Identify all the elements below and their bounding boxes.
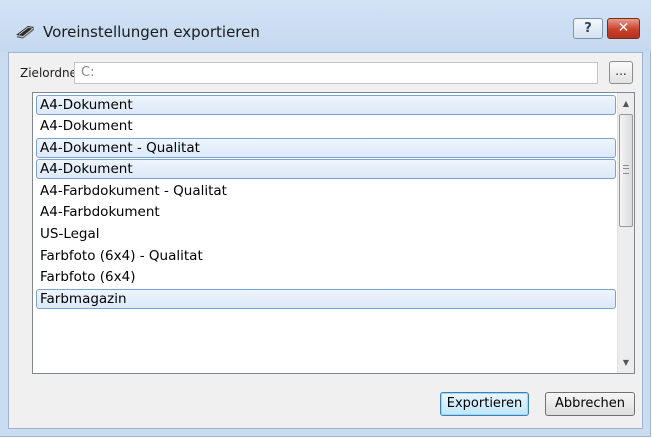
target-folder-field[interactable]: C: <box>74 62 598 84</box>
list-item-label: Farbmagazin <box>40 291 127 307</box>
scanner-app-icon <box>16 26 34 39</box>
list-item[interactable]: Farbfoto (6x4) - Qualitat <box>36 246 616 266</box>
list-item[interactable]: Farbmagazin <box>36 289 616 309</box>
list-item[interactable]: A4-Farbdokument - Qualitat <box>36 181 616 201</box>
vertical-scrollbar[interactable]: ▲ ▼ <box>617 93 634 373</box>
scroll-up-arrow-icon[interactable]: ▲ <box>618 95 634 112</box>
list-item[interactable]: A4-Dokument <box>36 159 616 179</box>
preset-list[interactable]: A4-Dokument A4-Dokument A4-Dokument - Qu… <box>32 92 635 374</box>
list-item-label: A4-Farbdokument <box>40 204 160 220</box>
list-item-label: Farbfoto (6x4) <box>40 269 136 285</box>
title-bar[interactable]: Voreinstellungen exportieren ? ✕ <box>0 0 651 52</box>
export-presets-dialog: Voreinstellungen exportieren ? ✕ Zielord… <box>0 0 651 437</box>
list-item-label: A4-Dokument <box>40 161 133 177</box>
browse-button[interactable]: ... <box>609 61 633 84</box>
export-button[interactable]: Exportieren <box>440 392 529 416</box>
help-button[interactable]: ? <box>573 18 603 39</box>
list-item-label: A4-Farbdokument - Qualitat <box>40 183 227 199</box>
scroll-down-arrow-icon[interactable]: ▼ <box>618 354 634 371</box>
close-button[interactable]: ✕ <box>607 18 640 39</box>
list-item[interactable]: Farbfoto (6x4) <box>36 267 616 287</box>
list-item[interactable]: A4-Dokument <box>36 95 616 115</box>
list-item-label: Farbfoto (6x4) - Qualitat <box>40 248 203 264</box>
list-item-label: US-Legal <box>40 226 100 242</box>
grip-icon <box>623 165 629 174</box>
dialog-title: Voreinstellungen exportieren <box>43 23 260 41</box>
list-item[interactable]: A4-Dokument - Qualitat <box>36 138 616 158</box>
list-item-label: A4-Dokument <box>40 97 133 113</box>
cancel-button[interactable]: Abbrechen <box>545 392 635 416</box>
list-item[interactable]: A4-Farbdokument <box>36 202 616 222</box>
dialog-body: Zielordner C: ... A4-Dokument A4-Dokumen… <box>8 52 643 429</box>
list-item-label: A4-Dokument - Qualitat <box>40 140 200 156</box>
list-item[interactable]: A4-Dokument <box>36 116 616 136</box>
list-item-label: A4-Dokument <box>40 118 133 134</box>
target-folder-label: Zielordner <box>20 66 82 80</box>
scroll-thumb[interactable] <box>619 114 633 227</box>
list-item[interactable]: US-Legal <box>36 224 616 244</box>
